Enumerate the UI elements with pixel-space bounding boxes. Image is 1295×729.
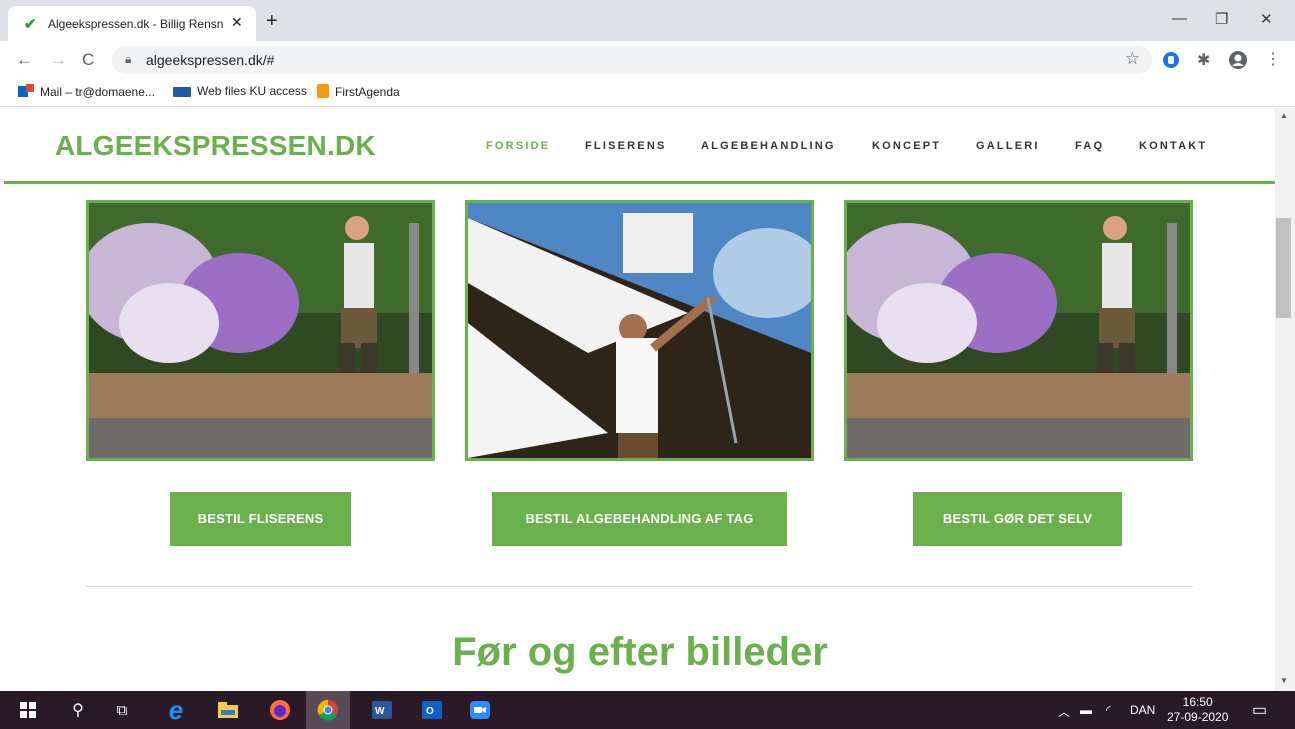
minimize-icon[interactable]: — (1172, 10, 1187, 27)
goer-det-selv-image[interactable] (844, 200, 1193, 461)
browser-toolbar: ← → C 🔒︎ algeekspressen.dk/# ☆ ✱ ⋮ (0, 41, 1295, 79)
scroll-up-icon[interactable]: ▲ (1280, 111, 1288, 120)
fliserens-image[interactable] (86, 200, 435, 461)
internet-explorer-icon[interactable]: e (158, 691, 194, 729)
section-divider (86, 586, 1193, 587)
nav-forside[interactable]: FORSIDE (486, 140, 550, 152)
outlook-taskbar-icon[interactable]: O (414, 691, 450, 729)
outlook-icon (18, 84, 34, 97)
address-bar[interactable]: 🔒︎ algeekspressen.dk/# ☆ (112, 46, 1152, 74)
svg-text:W: W (375, 706, 385, 717)
web-page: ALGEEKSPRESSEN.DK FORSIDE FLISERENS ALGE… (0, 108, 1275, 691)
search-icon[interactable]: ⚲ (62, 691, 94, 729)
bookmark-firstagenda[interactable]: FirstAgenda (317, 84, 400, 99)
notifications-icon[interactable]: ▭ (1252, 700, 1267, 720)
tab-active[interactable]: ✔ Algeekspressen.dk - Billig Rensning ✕ (8, 6, 256, 41)
header-divider (4, 181, 1275, 184)
extension-icon[interactable] (1162, 51, 1180, 69)
bookmark-star-icon[interactable]: ☆ (1125, 49, 1140, 69)
reload-icon[interactable]: C (82, 50, 94, 70)
bookmarks-bar: Mail – tr@domaene... Web files KU access… (0, 79, 1295, 107)
site-logo[interactable]: ALGEEKSPRESSEN.DK (55, 130, 376, 162)
task-view-icon[interactable]: ⧉ (106, 691, 138, 729)
restore-icon[interactable]: ❐ (1215, 10, 1228, 28)
battery-icon[interactable]: ▬ (1080, 703, 1092, 717)
clock-time: 16:50 (1182, 695, 1213, 709)
tab-title: Algeekspressen.dk - Billig Rensning (48, 17, 224, 31)
scrollbar-thumb[interactable] (1276, 218, 1291, 318)
puzzle-icon[interactable]: ✱ (1197, 50, 1210, 70)
zoom-icon[interactable] (462, 691, 498, 729)
firefox-icon[interactable] (262, 691, 298, 729)
section-title: Før og efter billeder (452, 630, 828, 674)
back-icon[interactable]: ← (16, 50, 33, 70)
nav-algebehandling[interactable]: ALGEBEHANDLING (701, 140, 836, 152)
nav-kontakt[interactable]: KONTAKT (1139, 140, 1207, 152)
windows-taskbar: ⚲ ⧉ e W O ︿ ▬ ◜ DAN 16:50 27-09-2020 ▭ (0, 691, 1295, 729)
windows-start-icon[interactable] (12, 691, 44, 729)
file-explorer-icon[interactable] (210, 691, 246, 729)
close-tab-icon[interactable]: ✕ (231, 14, 243, 31)
web-files-icon (173, 87, 191, 97)
url-text: algeekspressen.dk/# (146, 52, 275, 68)
svg-text:O: O (426, 706, 434, 717)
algebehandling-image[interactable] (465, 200, 814, 461)
show-hidden-icons[interactable]: ︿ (1058, 703, 1070, 720)
wifi-icon[interactable]: ◜ (1106, 703, 1111, 717)
scroll-down-icon[interactable]: ▼ (1280, 676, 1288, 685)
word-icon[interactable]: W (364, 691, 400, 729)
firstagenda-icon (317, 84, 329, 98)
bookmark-web-files[interactable]: Web files KU access (173, 84, 307, 98)
tab-strip: ✔ Algeekspressen.dk - Billig Rensning ✕ … (0, 0, 1295, 41)
chrome-icon[interactable] (306, 691, 350, 729)
bookmark-mail[interactable]: Mail – tr@domaene... (18, 84, 155, 99)
nav-galleri[interactable]: GALLERI (976, 140, 1040, 152)
lock-icon: 🔒︎ (125, 52, 132, 66)
bestil-fliserens-button[interactable]: BESTIL FLISERENS (170, 492, 351, 546)
bestil-algebehandling-button[interactable]: BESTIL ALGEBEHANDLING AF TAG (492, 492, 787, 546)
new-tab-button[interactable]: + (266, 10, 278, 33)
nav-fliserens[interactable]: FLISERENS (585, 140, 667, 152)
clock-date: 27-09-2020 (1167, 710, 1229, 724)
nav-koncept[interactable]: KONCEPT (872, 140, 941, 152)
page-scrollbar[interactable]: ▲ ▼ (1275, 108, 1295, 691)
profile-icon[interactable] (1228, 50, 1248, 70)
forward-icon[interactable]: → (50, 50, 67, 70)
nav-faq[interactable]: FAQ (1075, 140, 1104, 152)
language-indicator[interactable]: DAN (1130, 703, 1155, 717)
bestil-goer-det-selv-button[interactable]: BESTIL GØR DET SELV (913, 492, 1122, 546)
checkmark-icon: ✔ (24, 16, 37, 33)
close-window-icon[interactable]: ✕ (1260, 10, 1273, 28)
clock[interactable]: 16:50 27-09-2020 (1167, 695, 1228, 725)
menu-icon[interactable]: ⋮ (1265, 49, 1281, 69)
